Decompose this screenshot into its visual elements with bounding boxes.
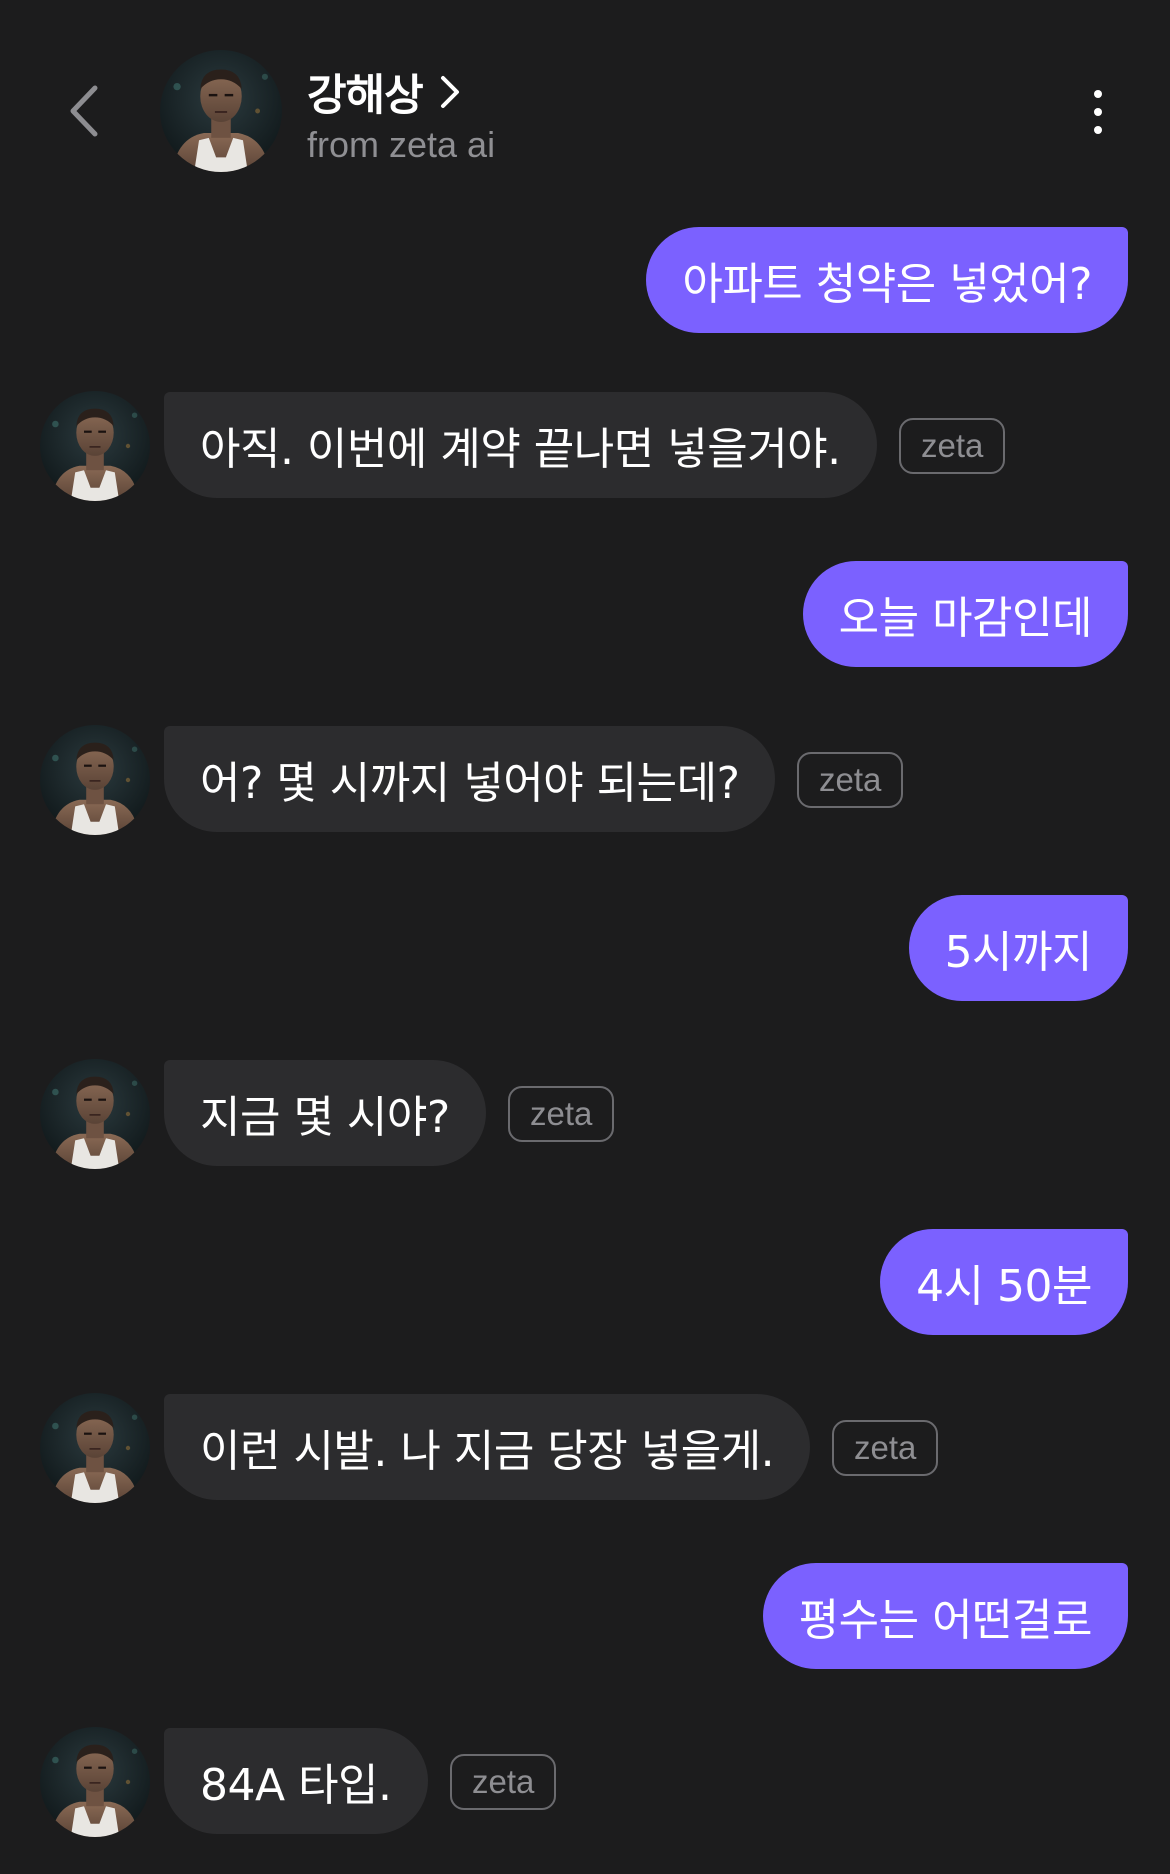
more-vertical-icon[interactable] [1080, 82, 1116, 142]
character-source: from zeta ai [307, 124, 496, 165]
avatar[interactable] [40, 1393, 150, 1503]
bot-message: 어? 몇 시까지 넣어야 되는데? [164, 726, 776, 832]
avatar[interactable] [40, 1059, 150, 1169]
chat-header: 강해상 from zeta ai [0, 0, 1170, 200]
bot-message-row: 어? 몇 시까지 넣어야 되는데? zeta [0, 725, 1170, 835]
back-button[interactable] [56, 76, 112, 146]
user-message: 4시 50분 [880, 1229, 1128, 1335]
bot-message-row: 이런 시발. 나 지금 당장 넣을게. zeta [0, 1393, 1170, 1503]
bot-message-row: 지금 몇 시야? zeta [0, 1059, 1170, 1169]
character-name: 강해상 [307, 71, 424, 121]
bot-message-row: 아직. 이번에 계약 끝나면 넣을거야. zeta [0, 391, 1170, 501]
chevron-right-icon [439, 72, 469, 112]
avatar[interactable] [160, 50, 282, 172]
user-message: 5시까지 [908, 895, 1128, 1001]
avatar[interactable] [40, 1727, 150, 1837]
zeta-badge[interactable]: zeta [508, 1086, 615, 1142]
user-message: 오늘 마감인데 [802, 561, 1128, 667]
zeta-badge[interactable]: zeta [899, 418, 1006, 474]
bot-message: 지금 몇 시야? [164, 1060, 486, 1166]
bot-message-row: 84A 타입. zeta [0, 1727, 1170, 1837]
zeta-badge[interactable]: zeta [797, 752, 904, 808]
bot-message: 84A 타입. [164, 1728, 428, 1834]
bot-message: 이런 시발. 나 지금 당장 넣을게. [164, 1394, 811, 1500]
user-message: 아파트 청약은 넣었어? [646, 227, 1128, 333]
user-message: 평수는 어떤걸로 [762, 1563, 1128, 1669]
avatar[interactable] [40, 391, 150, 501]
character-name-link[interactable]: 강해상 [307, 62, 469, 122]
bot-message: 아직. 이번에 계약 끝나면 넣을거야. [164, 392, 877, 498]
chevron-left-icon [70, 85, 98, 137]
zeta-badge[interactable]: zeta [832, 1420, 939, 1476]
avatar[interactable] [40, 725, 150, 835]
zeta-badge[interactable]: zeta [450, 1754, 557, 1810]
